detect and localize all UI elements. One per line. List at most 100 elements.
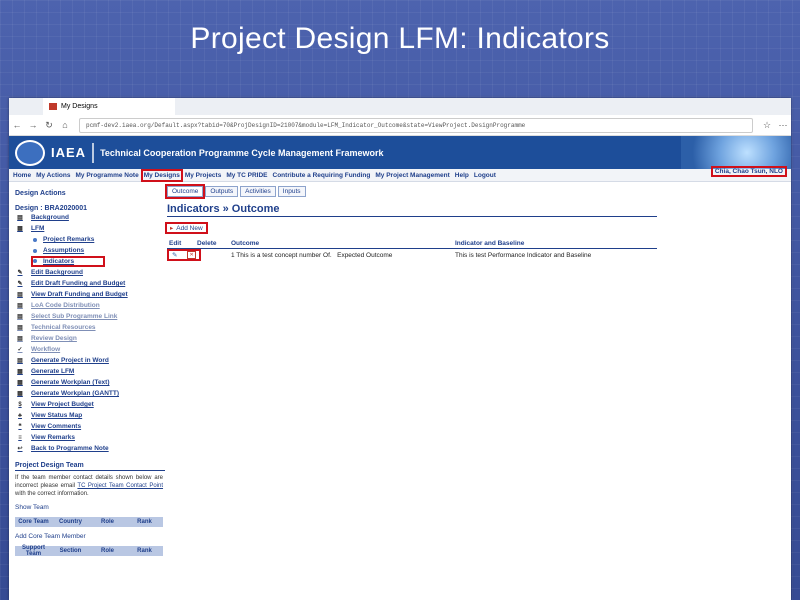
comments-icon: ❝ <box>18 424 22 430</box>
banner-art <box>681 136 791 169</box>
tab-outcome[interactable]: Outcome <box>164 184 206 199</box>
row-actions: ✎ ✕ <box>167 249 229 261</box>
tab-activities[interactable]: Activities <box>240 186 276 197</box>
action-label: View Comments <box>31 423 82 430</box>
action-label: Select Sub Programme Link <box>31 313 118 320</box>
add-new-label: Add New <box>176 224 203 232</box>
action-item[interactable]: ▤ LoA Code Distribution <box>15 300 165 311</box>
column-header: Indicator and Baseline <box>453 239 657 249</box>
url-input[interactable]: pcmf-dev2.iaea.org/Default.aspx?tabid=70… <box>79 117 753 133</box>
action-label: Edit Background <box>31 269 84 276</box>
action-item[interactable]: ✓ Workflow <box>15 344 165 355</box>
sub-label: Project Remarks <box>43 236 95 243</box>
lfm-icon: ▦ <box>17 369 23 375</box>
action-background[interactable]: ▤ Background <box>15 212 165 223</box>
dollar-icon: $ <box>18 401 22 408</box>
column-header: Section <box>59 548 82 554</box>
more-icon[interactable]: ⋯ <box>775 120 791 131</box>
top-menu: Home My Actions My Programme Note My Des… <box>9 166 791 182</box>
remarks-icon: ≡ <box>18 434 22 441</box>
edit-icon[interactable]: ✎ <box>172 251 177 259</box>
column-header: Edit <box>167 239 195 249</box>
table-header-row: Edit Delete Outcome Indicator and Baseli… <box>167 239 657 249</box>
menu-logout[interactable]: Logout <box>474 172 496 179</box>
forward-icon[interactable]: → <box>25 120 41 130</box>
action-label: Generate Workplan (GANTT) <box>31 390 120 397</box>
menu-help[interactable]: Help <box>455 172 469 179</box>
app-banner: IAEA Technical Cooperation Programme Cyc… <box>9 136 791 169</box>
action-item[interactable]: ▤ Review Design <box>15 333 165 344</box>
sub-label: Assumptions <box>43 247 85 254</box>
column-header: Country <box>59 519 82 525</box>
back-icon[interactable]: ← <box>9 120 25 130</box>
action-label: Edit Draft Funding and Budget <box>31 280 126 287</box>
add-core-team-link[interactable]: Add Core Team Member <box>15 533 165 540</box>
lfm-assumptions[interactable]: Assumptions <box>15 245 165 256</box>
favorites-icon[interactable]: ☆ <box>759 120 775 131</box>
doc-icon: ▤ <box>17 325 23 331</box>
menu-contribute[interactable]: Contribute a Requiring Funding <box>273 172 371 179</box>
action-item[interactable]: ▦ Generate Workplan (Text) <box>15 377 165 388</box>
action-item[interactable]: ▤ Technical Resources <box>15 322 165 333</box>
add-new-button[interactable]: ▸ Add New <box>165 222 208 234</box>
refresh-icon[interactable]: ↻ <box>41 120 57 131</box>
outcome-text: 1 This is a test concept number Of. <box>231 251 332 259</box>
action-label: Workflow <box>31 346 61 353</box>
browser-tab[interactable]: My Designs <box>43 98 175 115</box>
bullet-icon <box>33 248 37 253</box>
column-header: Core Team <box>18 519 49 525</box>
menu-my-project-management[interactable]: My Project Management <box>375 172 449 179</box>
design-actions-title: Design Actions <box>15 190 66 197</box>
action-label: View Draft Funding and Budget <box>31 291 128 298</box>
action-item[interactable]: $ View Project Budget <box>15 399 165 410</box>
delete-icon[interactable]: ✕ <box>187 251 196 259</box>
action-item[interactable]: ▦ Generate Workplan (GANTT) <box>15 388 165 399</box>
framework-title: Technical Cooperation Programme Cycle Ma… <box>100 147 384 158</box>
lfm-tabs: Outcome Outputs Activities Inputs <box>164 184 657 199</box>
team-contact-link[interactable]: TC Project Team Contact Point <box>77 483 163 489</box>
bullet-icon <box>33 259 37 263</box>
doc-icon: ▤ <box>17 303 23 309</box>
menu-home[interactable]: Home <box>13 172 31 179</box>
back-arrow-icon: ↩ <box>17 446 23 452</box>
banner-divider <box>92 142 95 163</box>
tab-inputs[interactable]: Inputs <box>277 186 306 197</box>
user-name[interactable]: Chia, Chao Tsun, NLO <box>710 166 788 177</box>
row-actions-highlight: ✎ ✕ <box>167 249 201 261</box>
outcome-cell: 1 This is a test concept number Of. Expe… <box>229 249 453 262</box>
lfm-project-remarks[interactable]: Project Remarks <box>15 234 165 245</box>
menu-my-actions[interactable]: My Actions <box>36 172 70 179</box>
team-text: If the team member contact details shown… <box>15 474 163 498</box>
action-label: View Project Budget <box>31 401 94 408</box>
sub-label: Indicators <box>43 258 75 265</box>
menu-my-designs[interactable]: My Designs <box>140 168 183 182</box>
action-item[interactable]: ≡ View Remarks <box>15 432 165 443</box>
action-item[interactable]: ✎ Edit Background <box>15 267 165 278</box>
tab-outputs[interactable]: Outputs <box>205 186 239 197</box>
menu-my-tc-pride[interactable]: My TC PRIDE <box>226 172 267 179</box>
action-item[interactable]: ▦ Generate LFM <box>15 366 165 377</box>
menu-my-projects[interactable]: My Projects <box>185 172 222 179</box>
home-icon[interactable]: ⌂ <box>57 120 73 130</box>
indicator-cell: This is test Performance Indicator and B… <box>455 251 592 259</box>
action-label: Technical Resources <box>31 324 96 331</box>
action-item[interactable]: ▤ Generate Project in Word <box>15 355 165 366</box>
action-lfm[interactable]: ▦ LFM <box>15 223 165 234</box>
action-item[interactable]: ▤ View Draft Funding and Budget <box>15 289 165 300</box>
action-item[interactable]: ❝ View Comments <box>15 421 165 432</box>
action-label: LoA Code Distribution <box>31 302 100 309</box>
action-item[interactable]: ♣ View Status Map <box>15 410 165 421</box>
favicon-icon <box>49 103 57 110</box>
action-item[interactable]: ▤ Select Sub Programme Link <box>15 311 165 322</box>
lfm-indicators[interactable]: Indicators <box>15 256 165 267</box>
action-label: View Status Map <box>31 412 83 419</box>
review-icon: ▤ <box>17 336 23 342</box>
view-doc-icon: ▤ <box>17 292 23 298</box>
action-item[interactable]: ✎ Edit Draft Funding and Budget <box>15 278 165 289</box>
show-team-link[interactable]: Show Team <box>15 504 165 511</box>
status-map-icon: ♣ <box>18 412 22 419</box>
menu-my-programme-note[interactable]: My Programme Note <box>76 172 139 179</box>
action-item[interactable]: ↩ Back to Programme Note <box>15 443 165 454</box>
doc-icon: ▤ <box>17 314 23 320</box>
add-icon: ▸ <box>170 225 174 232</box>
